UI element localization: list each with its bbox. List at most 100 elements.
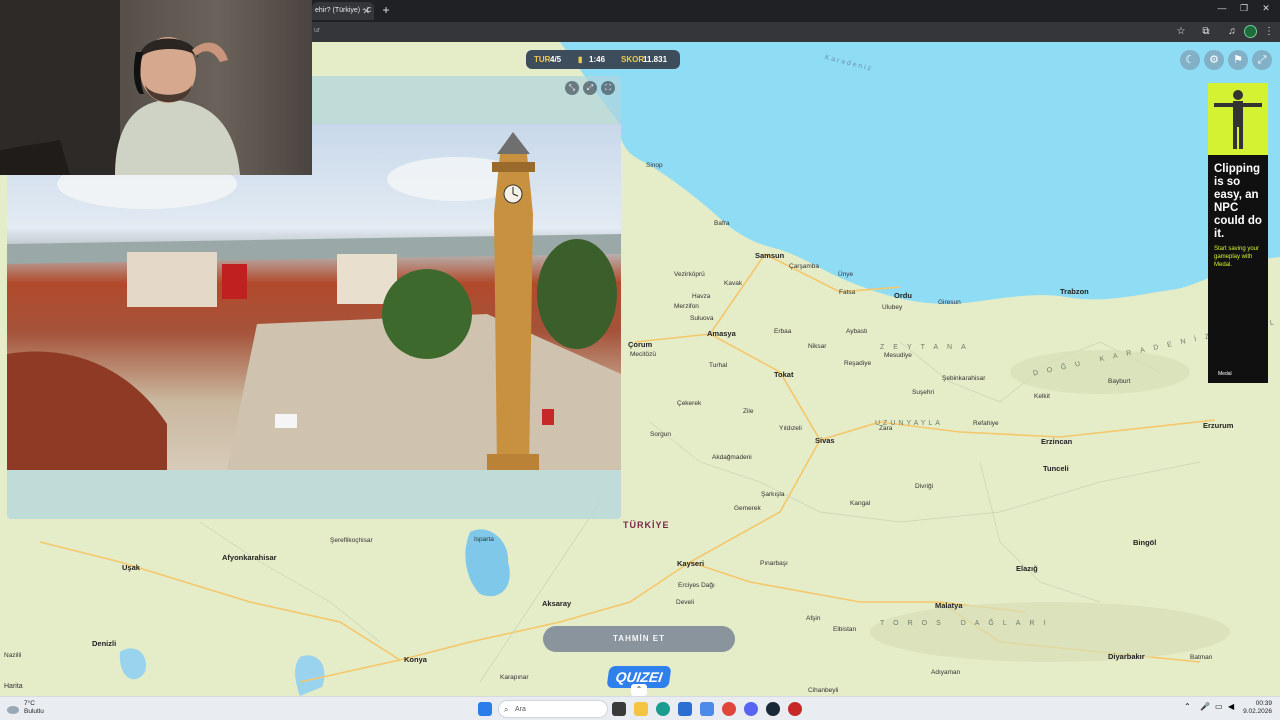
bookmark-star-icon[interactable]: ☆ (1175, 26, 1187, 38)
store-icon[interactable] (678, 702, 692, 716)
city-label: Erciyes Dağı (678, 582, 715, 589)
new-tab-button[interactable]: + (379, 2, 393, 18)
city-label: Elbistan (833, 626, 857, 633)
lake-west (119, 648, 146, 680)
city-label: Develi (676, 599, 695, 606)
city-label: Kavak (724, 280, 743, 287)
city-label: Divriği (915, 483, 934, 490)
city-label: Zile (743, 408, 754, 415)
region-label: ZEYTANA (880, 344, 975, 351)
city-label: Mesudiye (884, 352, 912, 359)
city-label: Erzurum (1203, 421, 1234, 430)
fullscreen-photo-icon[interactable]: ⛶ (601, 81, 615, 95)
city-label: Tunceli (1043, 464, 1069, 473)
city-label: Kelkit (1034, 393, 1050, 400)
city-label: Kayseri (677, 559, 705, 568)
media-icon[interactable]: ♫ (1226, 26, 1238, 38)
score-label: SKOR (621, 55, 645, 64)
city-label: Mecitözü (630, 351, 657, 358)
extensions-icon[interactable]: ⧉ (1200, 26, 1212, 38)
chevron-up-icon[interactable]: ⌃ (631, 684, 647, 696)
file-explorer-icon[interactable] (634, 702, 648, 716)
city-label: Samsun (755, 251, 785, 260)
city-label: Bayburt (1108, 378, 1131, 385)
city-label: Çorum (628, 340, 653, 349)
search-icon: ⌕ (504, 705, 509, 714)
guess-button[interactable]: TAHMİN ET (543, 626, 735, 652)
browser-menu-icon[interactable]: ⋮ (1263, 26, 1275, 38)
npc-figure-icon (1214, 90, 1262, 149)
timer-icon: ▮ (578, 55, 583, 64)
network-icon[interactable]: ▭ (1215, 702, 1223, 711)
city-label: Bafra (714, 220, 730, 227)
black-sea (560, 42, 1280, 304)
city-label: Nazilli (4, 652, 22, 659)
volume-icon[interactable]: ◀ (1228, 702, 1234, 711)
weather-desc: Bulutlu (24, 708, 44, 715)
mail-icon[interactable] (700, 702, 714, 716)
city-label: Vezirköprü (674, 271, 705, 278)
city-label: Denizli (92, 639, 117, 648)
ad-subline: Start saving your gameplay with Medal. (1214, 246, 1260, 268)
region-label: TOROS DAĞLARI (880, 620, 1055, 627)
dark-mode-icon[interactable]: ☾ (1180, 50, 1200, 70)
round-value: 4/5 (550, 55, 562, 64)
city-label: Batman (1190, 654, 1213, 661)
weather-widget[interactable]: 7°C Bulutlu (24, 700, 44, 716)
region-label: UZUNYAYLA (875, 420, 943, 427)
ad-banner[interactable]: Clipping is so easy, an NPC could do it.… (1208, 83, 1268, 383)
city-label: Konya (404, 655, 427, 664)
country-label: TÜRKİYE (623, 520, 670, 530)
city-label: Afyonkarahisar (222, 553, 277, 562)
expand-icon[interactable]: ⤢ (583, 81, 597, 95)
city-label: Afşin (806, 615, 821, 622)
city-label: Karapınar (500, 674, 529, 681)
chrome-icon[interactable] (722, 702, 736, 716)
city-label: Isparta (474, 536, 494, 543)
minimize-icon[interactable]: ⤡ (565, 81, 579, 95)
city-label: Şebinkarahisar (942, 375, 986, 382)
clock-date: 9.02.2026 (1243, 708, 1272, 715)
city-label: Uşak (122, 563, 140, 572)
taskbar-search[interactable]: ⌕ Ara (498, 700, 608, 718)
city-label: Yıldızeli (779, 425, 802, 432)
edge-icon[interactable] (656, 702, 670, 716)
city-label: Suşehri (912, 389, 935, 396)
city-label: Sivas (815, 436, 835, 445)
ad-image (1208, 83, 1268, 155)
task-view-icon[interactable] (612, 702, 626, 716)
weather-cloud-icon (7, 706, 19, 714)
city-label: Turhal (709, 362, 728, 369)
fullscreen-icon[interactable]: ⤢ (1252, 50, 1272, 70)
profile-avatar[interactable] (1244, 25, 1257, 38)
tab-close-icon[interactable]: ✕ (362, 2, 370, 20)
settings-icon[interactable]: ⚙ (1204, 50, 1224, 70)
city-label: Fatsa (839, 289, 856, 296)
city-label: Gemerek (734, 505, 761, 512)
city-label: Refahiye (973, 420, 999, 427)
city-label: Elazığ (1016, 564, 1038, 573)
city-label: Kangal (850, 500, 871, 507)
steam-icon[interactable] (766, 702, 780, 716)
round-label: TUR (534, 55, 551, 64)
system-clock[interactable]: 00:39 9.02.2026 (1243, 700, 1272, 716)
city-label: Havza (692, 293, 711, 300)
ad-headline: Clipping is so easy, an NPC could do it. (1214, 163, 1262, 240)
city-label: Ünye (838, 271, 854, 278)
windows-start-icon[interactable] (478, 702, 492, 716)
photo-scene (7, 132, 621, 470)
city-label: Malatya (935, 601, 963, 610)
flag-icon[interactable]: ⚑ (1228, 50, 1248, 70)
maximize-window-button[interactable]: ❐ (1234, 3, 1254, 14)
minimize-window-button[interactable]: — (1212, 3, 1232, 13)
recorder-icon[interactable] (788, 702, 802, 716)
discord-icon[interactable] (744, 702, 758, 716)
streamer-video (0, 0, 240, 175)
url-text[interactable]: ur (314, 27, 320, 34)
city-label: Aksaray (542, 599, 572, 608)
browser-tab[interactable]: ehir? (Türkiye) - C ✕ (312, 2, 374, 20)
close-window-button[interactable]: ✕ (1256, 3, 1276, 14)
microphone-icon[interactable]: 🎤 (1200, 702, 1210, 711)
clock-time: 00:39 (1255, 700, 1272, 707)
tray-chevron-icon[interactable]: ⌃ (1184, 702, 1191, 711)
